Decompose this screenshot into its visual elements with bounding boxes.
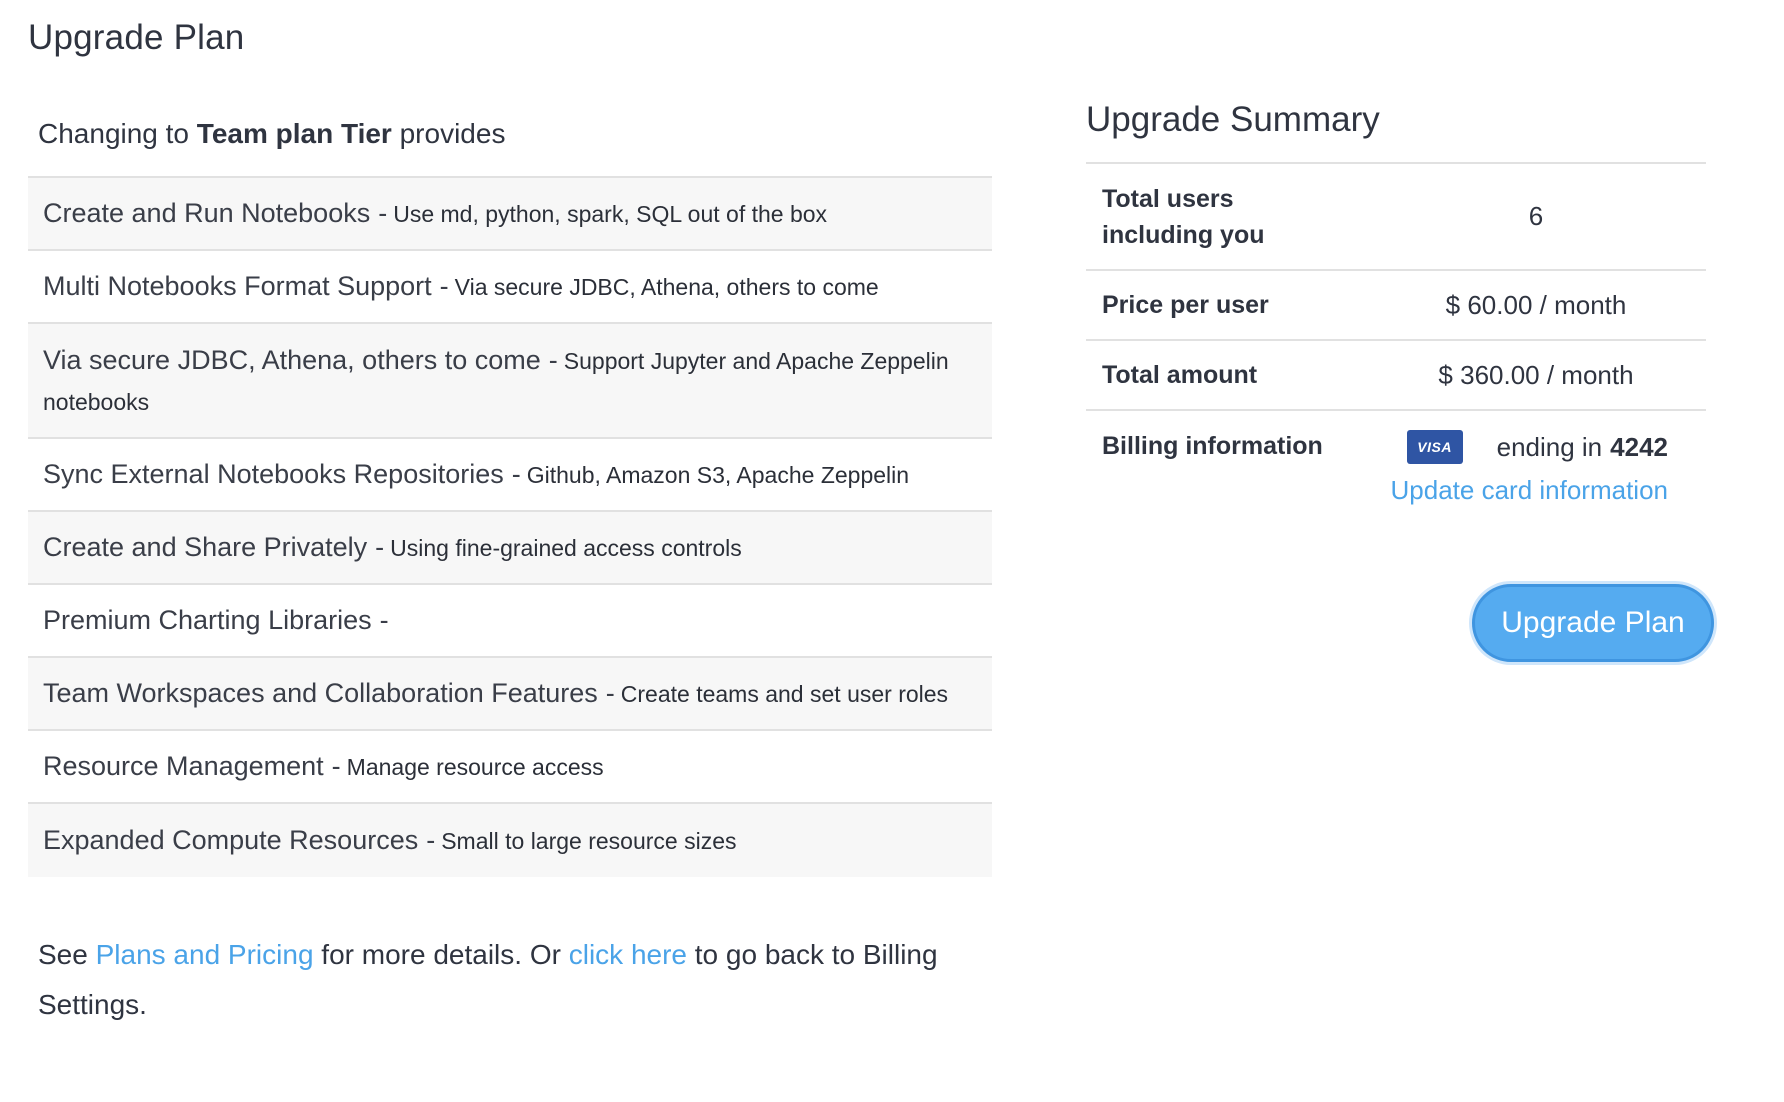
visa-card-icon: VISA	[1406, 430, 1463, 464]
feature-row: Create and Run Notebooks - Use md, python,…	[28, 178, 992, 251]
feature-separator: -	[605, 678, 615, 708]
feature-row: Sync External Notebooks Repositories - Git…	[28, 439, 992, 512]
feature-separator: -	[375, 532, 385, 562]
upgrade-plan-button[interactable]: Upgrade Plan	[1472, 584, 1714, 662]
feature-row: Resource Management - Manage resource acce…	[28, 731, 992, 804]
summary-title: Upgrade Summary	[1086, 100, 1380, 139]
price-per-user-label: Price per user	[1102, 290, 1269, 319]
feature-description: Manage resource access	[346, 754, 604, 780]
card-last4: 4242	[1610, 431, 1668, 462]
feature-name: Premium Charting Libraries	[43, 605, 372, 635]
footer-note: See Plans and Pricing for more details. …	[38, 930, 968, 1030]
feature-separator: -	[331, 751, 341, 781]
feature-description: Use md, python, spark, SQL out of the bo…	[393, 201, 828, 227]
price-per-user-value: $ 60.00 / month	[1445, 289, 1627, 320]
back-to-billing-link[interactable]: click here	[569, 939, 687, 970]
feature-row: Create and Share Privately - Using fine-gr…	[28, 512, 992, 585]
feature-name: Via secure JDBC, Athena, others to come	[43, 344, 541, 375]
card-line: VISA ending in 4242	[1406, 411, 1668, 483]
card-ending-text: ending in	[1496, 431, 1603, 462]
billing-information-value: VISA ending in 4242 Update card informat…	[1366, 411, 1706, 506]
total-amount-value: $ 360.00 / month	[1438, 359, 1634, 390]
page-title: Upgrade Plan	[28, 18, 245, 57]
feature-name: Resource Management	[43, 751, 324, 781]
feature-row: Premium Charting Libraries -	[28, 585, 992, 658]
feature-row: Expanded Compute Resources - Small to larg…	[28, 804, 992, 877]
feature-description: Via secure JDBC, Athena, others to come	[454, 274, 879, 300]
feature-name: Multi Notebooks Format Support	[43, 271, 432, 301]
feature-separator: -	[511, 459, 521, 489]
feature-name: Create and Run Notebooks	[43, 198, 371, 228]
total-users-label: Total users including you	[1102, 184, 1265, 249]
feature-separator: -	[548, 344, 558, 375]
feature-description: Using fine-grained access controls	[390, 535, 742, 561]
feature-description: Small to large resource sizes	[441, 828, 737, 854]
feature-separator: -	[379, 605, 389, 635]
features-panel: Changing to Team plan Tier provides Crea…	[28, 108, 992, 877]
intro-suffix: provides	[391, 118, 506, 149]
plans-and-pricing-link[interactable]: Plans and Pricing	[96, 939, 314, 970]
total-users-value: 6	[1528, 201, 1544, 231]
intro-prefix: Changing to	[38, 118, 197, 149]
summary-row-total-amount: Total amount $ 360.00 / month	[1086, 341, 1706, 411]
summary-row-billing: Billing information VISA ending in 4242 …	[1086, 411, 1706, 531]
feature-name: Sync External Notebooks Repositories	[43, 459, 504, 489]
feature-row: Via secure JDBC, Athena, others to come -…	[28, 324, 992, 439]
total-amount-label: Total amount	[1102, 360, 1258, 389]
update-card-information-link[interactable]: Update card information	[1391, 475, 1668, 506]
feature-row: Team Workspaces and Collaboration Featur…	[28, 658, 992, 731]
footer-see: See	[38, 939, 88, 970]
plan-intro: Changing to Team plan Tier provides	[28, 108, 992, 176]
feature-separator: -	[378, 198, 388, 228]
footer-middle: for more details. Or	[321, 939, 561, 970]
feature-list: Create and Run Notebooks - Use md, python,…	[28, 176, 992, 877]
upgrade-plan-page: Upgrade Plan Changing to Team plan Tier …	[0, 0, 1784, 1102]
feature-separator: -	[439, 271, 449, 301]
upgrade-summary-panel: Upgrade Summary Total users including yo…	[1086, 100, 1706, 531]
summary-row-price: Price per user $ 60.00 / month	[1086, 271, 1706, 341]
summary-row-total-users: Total users including you 6	[1086, 164, 1706, 271]
feature-name: Team Workspaces and Collaboration Featur…	[43, 678, 598, 708]
feature-row: Multi Notebooks Format Support - Via secur…	[28, 251, 992, 324]
billing-information-label: Billing information	[1102, 431, 1323, 460]
feature-description: Github, Amazon S3, Apache Zeppelin	[526, 462, 910, 488]
feature-separator: -	[426, 825, 436, 855]
feature-name: Create and Share Privately	[43, 532, 368, 562]
intro-plan-name: Team plan Tier	[196, 118, 392, 149]
feature-description: Create teams and set user roles	[620, 681, 949, 707]
summary-table: Total users including you 6 Price per us…	[1086, 162, 1706, 531]
feature-name: Expanded Compute Resources	[43, 825, 419, 855]
